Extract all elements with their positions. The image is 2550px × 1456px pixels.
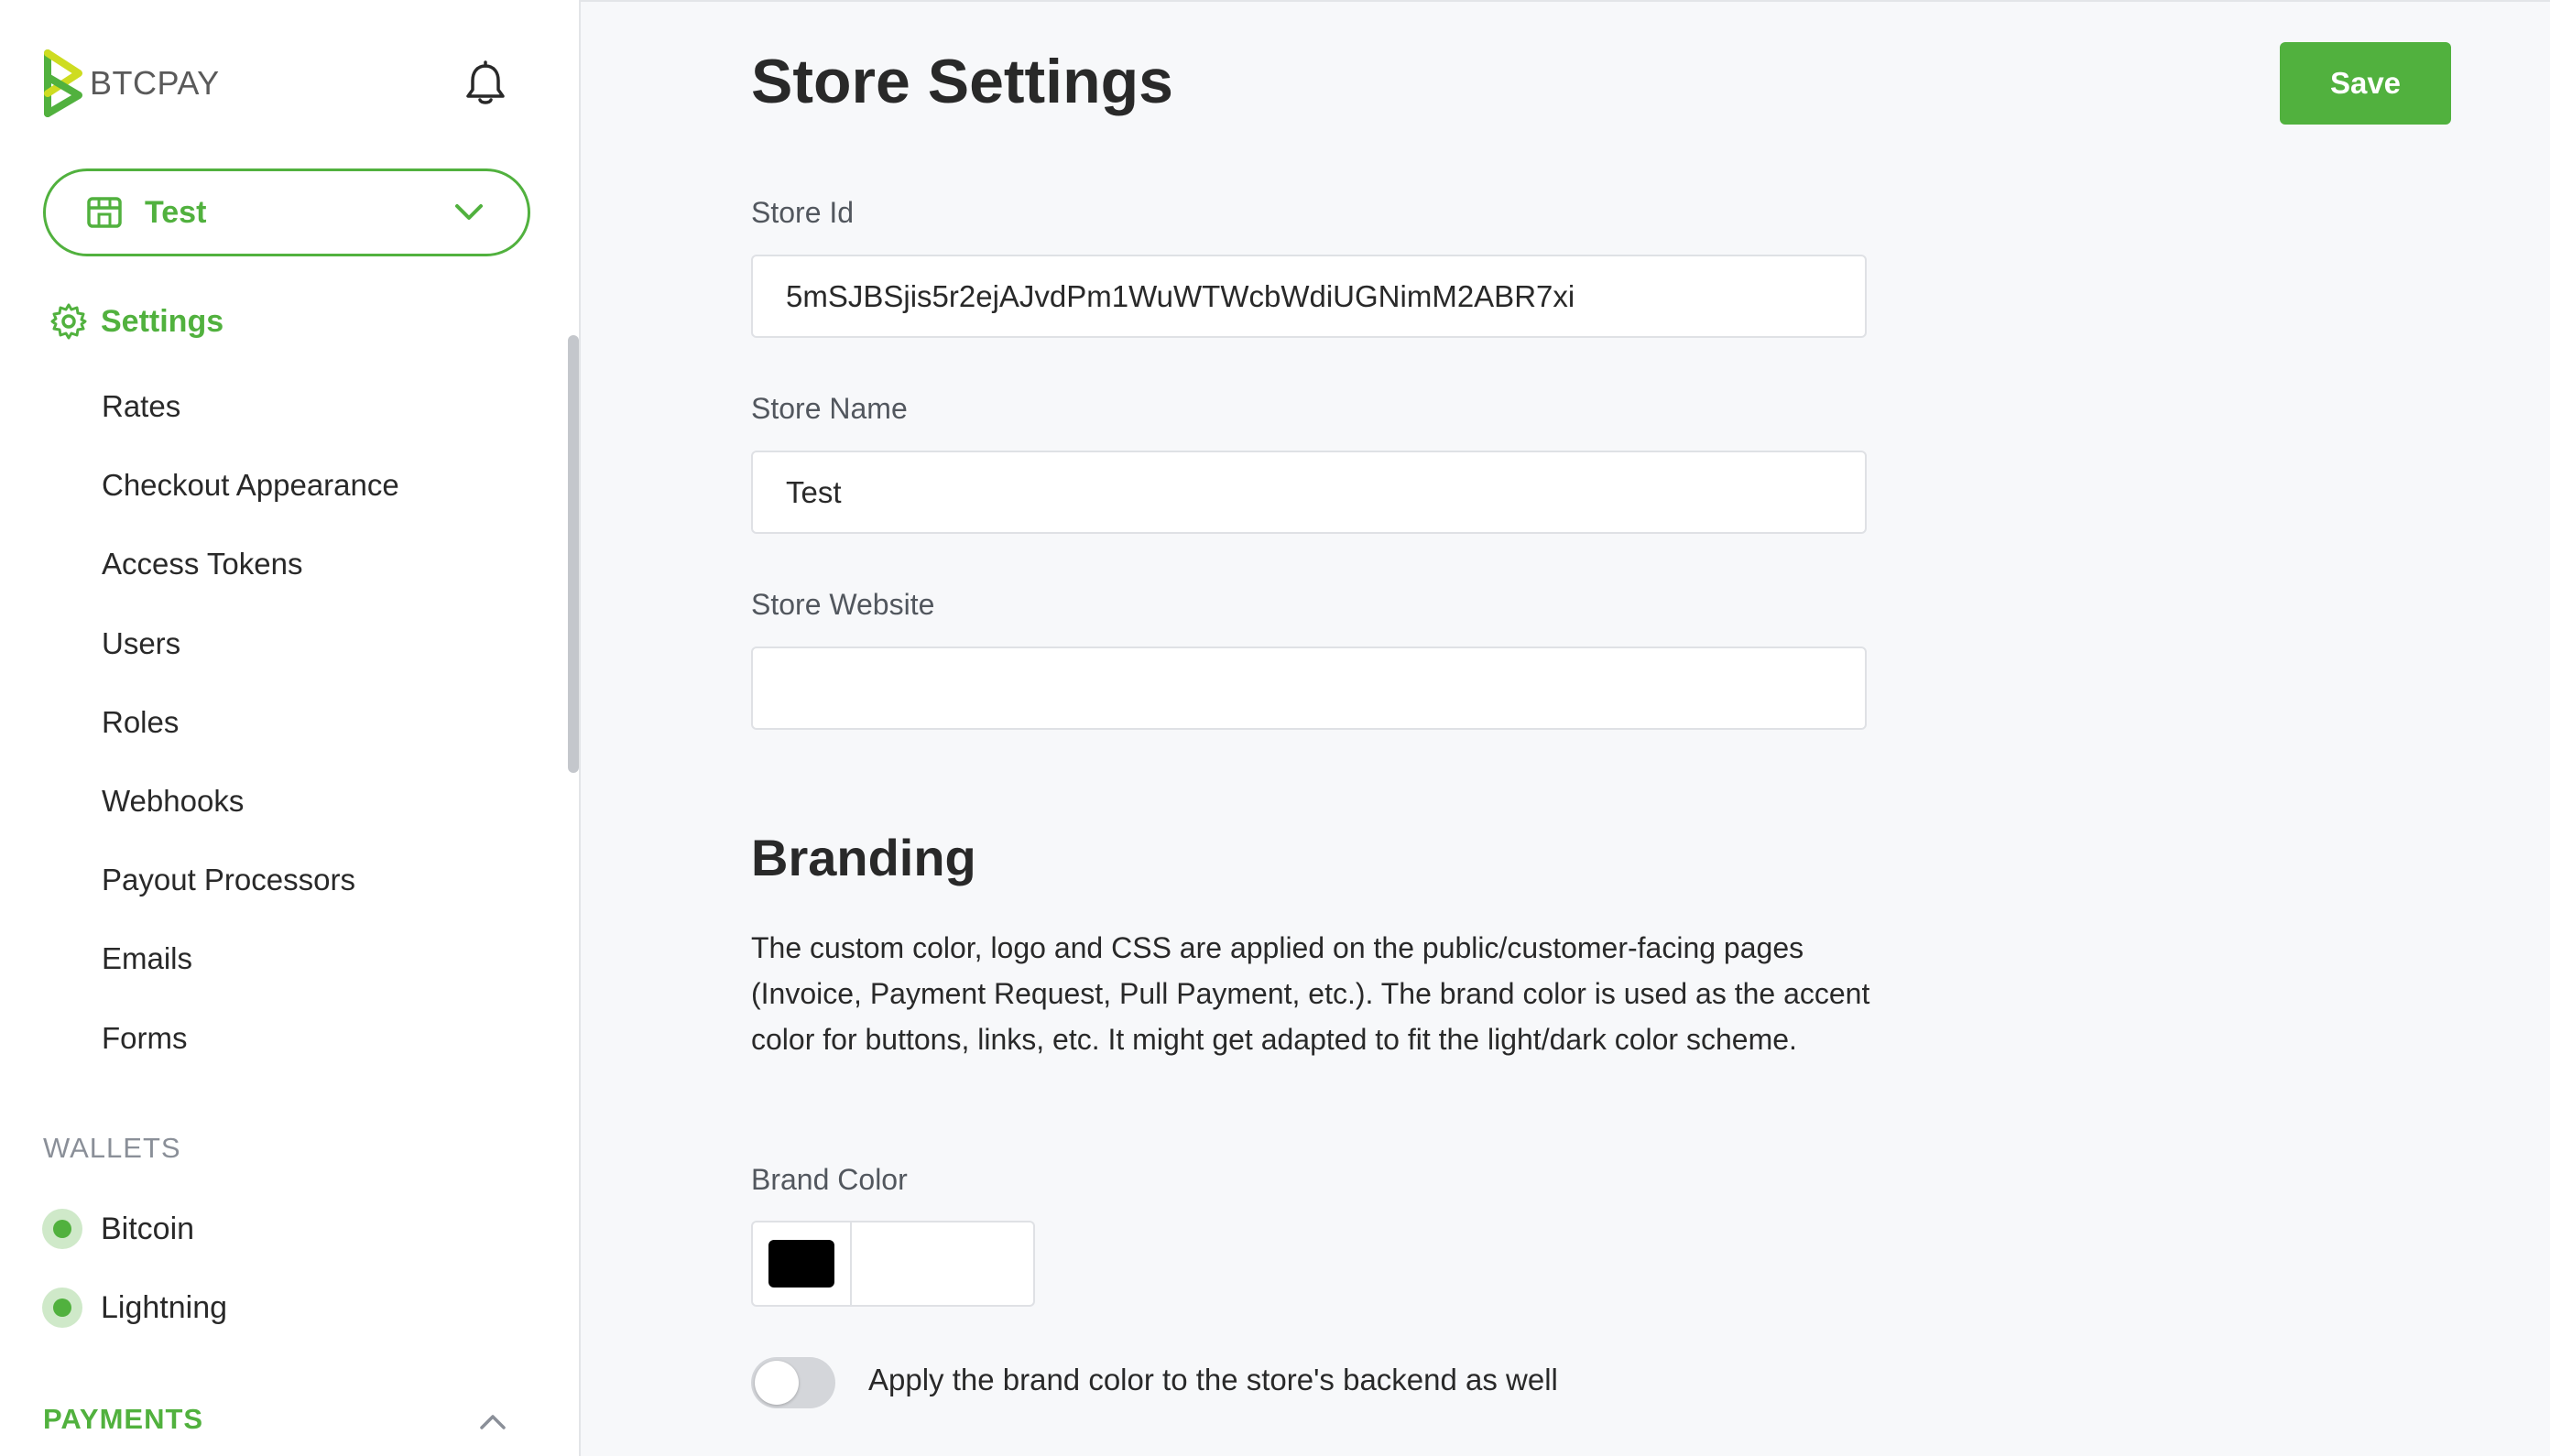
sidebar-item-roles[interactable]: Roles [102, 701, 399, 779]
sidebar-item-emails[interactable]: Emails [102, 937, 399, 1016]
sidebar-item-settings-label: Settings [101, 303, 224, 339]
branding-title: Branding [751, 829, 976, 886]
sidebar-item-bitcoin[interactable]: Bitcoin [42, 1209, 194, 1249]
bell-icon[interactable] [463, 60, 507, 106]
apply-brand-color-label: Apply the brand color to the store's bac… [868, 1363, 1558, 1396]
sidebar-item-forms[interactable]: Forms [102, 1016, 399, 1095]
store-website-label: Store Website [751, 588, 935, 621]
chevron-up-icon[interactable] [478, 1412, 507, 1432]
payments-section-title[interactable]: PAYMENTS [43, 1403, 203, 1436]
wallets-section-title: WALLETS [43, 1132, 181, 1164]
sidebar-item-users[interactable]: Users [102, 622, 399, 701]
sidebar-item-checkout-appearance[interactable]: Checkout Appearance [102, 463, 399, 542]
wallet-label: Bitcoin [101, 1211, 195, 1246]
store-website-field[interactable] [751, 647, 1867, 730]
store-icon [87, 197, 122, 228]
store-selector-label: Test [145, 194, 207, 230]
toggle-knob [755, 1361, 799, 1405]
status-dot [42, 1209, 82, 1249]
store-id-field[interactable] [751, 255, 1867, 338]
wallet-label: Lightning [101, 1289, 228, 1325]
sidebar: BTCPAY Test Settings Rates Checkout Appe… [0, 0, 581, 1456]
store-id-label: Store Id [751, 196, 855, 229]
save-button[interactable]: Save [2280, 42, 2451, 125]
color-swatch [768, 1240, 834, 1288]
sidebar-scrollbar[interactable] [568, 335, 579, 773]
sidebar-item-payout-processors[interactable]: Payout Processors [102, 858, 399, 937]
page-title: Store Settings [751, 47, 1173, 116]
settings-subnav: Rates Checkout Appearance Access Tokens … [102, 385, 399, 1095]
sidebar-item-lightning[interactable]: Lightning [42, 1288, 227, 1328]
brand-color-input[interactable] [852, 1221, 1035, 1307]
brand-color-swatch-button[interactable] [751, 1221, 852, 1307]
apply-brand-color-toggle[interactable] [751, 1357, 835, 1408]
chevron-down-icon [455, 204, 483, 220]
brand-color-label: Brand Color [751, 1163, 908, 1196]
store-name-field[interactable] [751, 451, 1867, 534]
sidebar-item-settings[interactable]: Settings [49, 302, 223, 341]
store-selector[interactable]: Test [43, 168, 530, 256]
gear-icon [50, 303, 87, 340]
status-dot [42, 1288, 82, 1328]
brand-name: BTCPAY [90, 64, 220, 102]
brand-logo[interactable]: BTCPAY [44, 49, 220, 117]
btcpay-logo-icon [44, 49, 82, 117]
sidebar-item-rates[interactable]: Rates [102, 385, 399, 463]
branding-description: The custom color, logo and CSS are appli… [751, 931, 1870, 1056]
store-name-label: Store Name [751, 392, 908, 425]
sidebar-item-webhooks[interactable]: Webhooks [102, 779, 399, 858]
brand-color-picker [751, 1221, 1035, 1307]
sidebar-item-access-tokens[interactable]: Access Tokens [102, 542, 399, 621]
